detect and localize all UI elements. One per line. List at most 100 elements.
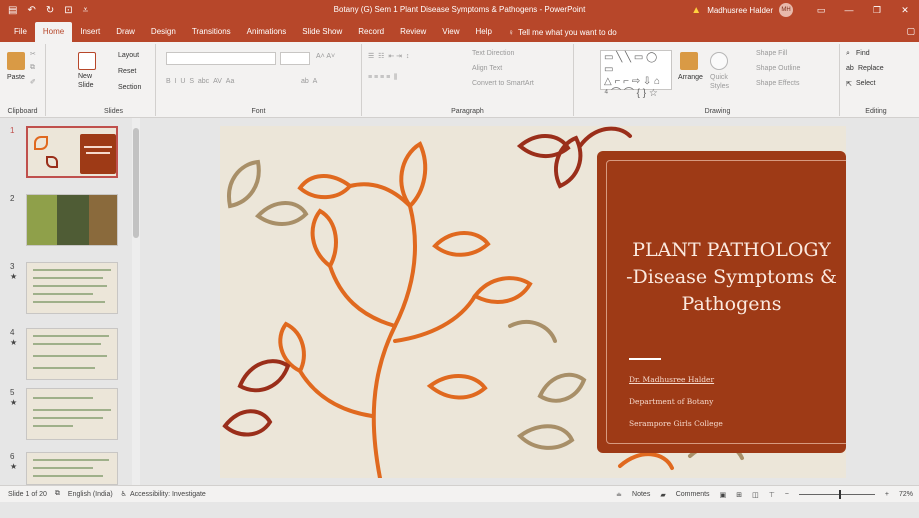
replace-button[interactable]: Replace	[858, 65, 884, 72]
select-button[interactable]: Select	[856, 80, 875, 87]
font-size-input[interactable]	[280, 52, 310, 65]
quick-styles-icon[interactable]	[710, 52, 728, 70]
thumbnail-number: 2	[10, 194, 15, 203]
slide-college[interactable]: Serampore Girls College	[629, 419, 723, 428]
accessibility-status[interactable]: Accessibility: Investigate	[130, 491, 206, 498]
quick-access-toolbar: ▤ ↶ ↻ ⊡ ⩡	[0, 5, 120, 16]
tab-draw[interactable]: Draw	[108, 22, 143, 42]
ribbon-display-options-icon[interactable]: ▭	[807, 0, 835, 20]
comments-button[interactable]: Comments	[676, 491, 710, 498]
accessibility-icon[interactable]: ♿	[121, 490, 127, 498]
scrollbar-thumb[interactable]	[133, 128, 139, 238]
thumbnail-slide-4[interactable]: 4 ★	[0, 328, 130, 394]
bold-icon[interactable]: B I U S abc AV Aa	[166, 78, 234, 85]
present-icon[interactable]: ⊡	[64, 5, 72, 16]
text-direction-button[interactable]: Text Direction	[472, 50, 514, 57]
warning-icon[interactable]: ▲	[691, 5, 701, 16]
tab-view[interactable]: View	[434, 22, 467, 42]
title-card[interactable]: PLANT PATHOLOGY -Disease Symptoms & Path…	[597, 151, 846, 453]
shapes-gallery[interactable]: ▭ ╲ ╲ ▭ ◯ ▭ △ ⌐ ⌐ ⇨ ⇩ ⌂ ⁴ ⌒ ⌒ { } ☆	[600, 50, 672, 99]
tab-review[interactable]: Review	[392, 22, 434, 42]
tab-design[interactable]: Design	[143, 22, 184, 42]
user-name[interactable]: Madhusree Halder	[707, 6, 773, 15]
comments-icon[interactable]: ▰	[660, 491, 665, 499]
increase-font-size-icon[interactable]: A˄ A˅	[316, 53, 335, 60]
shape-effects-button[interactable]: Shape Effects	[756, 80, 799, 87]
thumbnail-scrollbar[interactable]	[132, 118, 140, 485]
convert-smartart-button[interactable]: Convert to SmartArt	[472, 80, 534, 87]
zoom-slider[interactable]	[798, 490, 875, 499]
notes-icon[interactable]: ≐	[616, 491, 622, 499]
slide-title-line-2: -Disease Symptoms &	[626, 266, 837, 288]
shape-outline-button[interactable]: Shape Outline	[756, 65, 800, 72]
align-text-button[interactable]: Align Text	[472, 65, 502, 72]
arrange-button[interactable]: Arrange	[678, 74, 703, 81]
minimize-button[interactable]: —	[835, 0, 863, 20]
slide-author[interactable]: Dr. Madhusree Halder	[629, 375, 714, 384]
quick-styles-button[interactable]: Quick	[710, 74, 728, 81]
zoom-in-icon[interactable]: +	[885, 491, 889, 498]
tab-slide-show[interactable]: Slide Show	[294, 22, 350, 42]
layout-button[interactable]: Layout	[118, 52, 139, 59]
drawing-label: Drawing	[704, 108, 731, 115]
close-button[interactable]: ✕	[891, 0, 919, 20]
zoom-slider-knob[interactable]	[838, 490, 841, 499]
reading-view-icon[interactable]: ◫	[752, 491, 759, 499]
zoom-level[interactable]: 72%	[899, 491, 913, 498]
tab-file[interactable]: File	[6, 22, 35, 42]
notes-button[interactable]: Notes	[632, 491, 650, 498]
thumbnail-number: 3	[10, 262, 15, 271]
copy-icon[interactable]: ⧉	[30, 64, 35, 72]
language-indicator[interactable]: English (India)	[68, 491, 113, 498]
tab-record[interactable]: Record	[350, 22, 392, 42]
bullets-icon[interactable]: ☰ ☷ ⇤ ⇥ ↕	[368, 52, 409, 60]
undo-icon[interactable]: ↶	[27, 5, 35, 16]
redo-icon[interactable]: ↻	[46, 5, 54, 16]
replace-icon[interactable]: ab	[846, 65, 854, 72]
slideshow-icon[interactable]: ⊤	[769, 491, 775, 499]
slide-title[interactable]: PLANT PATHOLOGY -Disease Symptoms & Path…	[617, 237, 846, 318]
tab-help[interactable]: Help	[468, 22, 500, 42]
align-left-icon[interactable]: ≡ ≡ ≡ ≡ ⫼	[368, 74, 397, 82]
tab-home[interactable]: Home	[34, 22, 73, 42]
slide-thumbnail-pane[interactable]: 1 2 3 ★ 4 ★ 5 ★ 6 ★	[0, 118, 143, 485]
normal-view-icon[interactable]: ▣	[720, 491, 727, 499]
tab-transitions[interactable]: Transitions	[184, 22, 239, 42]
shape-fill-button[interactable]: Shape Fill	[756, 50, 787, 57]
paste-button[interactable]: Paste	[7, 74, 25, 81]
slide-1[interactable]: PLANT PATHOLOGY -Disease Symptoms & Path…	[220, 126, 846, 478]
zoom-out-icon[interactable]: −	[785, 491, 789, 498]
thumbnail-number: 4	[10, 328, 15, 337]
quick-styles-label: Styles	[710, 83, 730, 90]
reset-button[interactable]: Reset	[118, 68, 136, 75]
thumbnail-slide-5[interactable]: 5 ★	[0, 388, 130, 454]
maximize-button[interactable]: ❐	[863, 0, 891, 20]
format-painter-icon[interactable]: ✐	[30, 78, 36, 86]
customize-qat-icon[interactable]: ⩡	[83, 5, 89, 16]
section-button[interactable]: Section	[118, 84, 141, 91]
slide-department[interactable]: Department of Botany	[629, 397, 713, 406]
find-button[interactable]: Find	[856, 50, 870, 57]
comments-pane-icon[interactable]: ▢	[906, 26, 915, 37]
font-color-icon[interactable]: ab A	[301, 78, 317, 85]
new-slide-button[interactable]: New	[78, 73, 92, 80]
font-name-input[interactable]	[166, 52, 276, 65]
tell-me-box[interactable]: ♀ Tell me what you want to do	[500, 22, 617, 42]
spell-check-icon[interactable]: ⧉	[55, 490, 60, 498]
tab-animations[interactable]: Animations	[239, 22, 295, 42]
thumbnail-slide-3[interactable]: 3 ★	[0, 262, 130, 328]
select-icon[interactable]: ⇱	[846, 80, 852, 88]
tab-insert[interactable]: Insert	[72, 22, 108, 42]
paste-icon[interactable]	[7, 52, 25, 70]
slide-editing-canvas[interactable]: PLANT PATHOLOGY -Disease Symptoms & Path…	[143, 118, 919, 485]
thumbnail-slide-1[interactable]: 1	[0, 126, 130, 192]
thumbnail-slide-2[interactable]: 2	[0, 194, 130, 260]
new-slide-icon[interactable]	[78, 52, 96, 70]
arrange-icon[interactable]	[680, 52, 698, 70]
find-icon[interactable]: ⌕	[846, 50, 850, 58]
new-slide-label: Slide	[78, 82, 94, 89]
save-icon[interactable]: ▤	[8, 5, 17, 16]
slide-sorter-icon[interactable]: ⊞	[736, 491, 742, 499]
avatar[interactable]: MH	[779, 3, 793, 17]
cut-icon[interactable]: ✂	[30, 50, 36, 58]
